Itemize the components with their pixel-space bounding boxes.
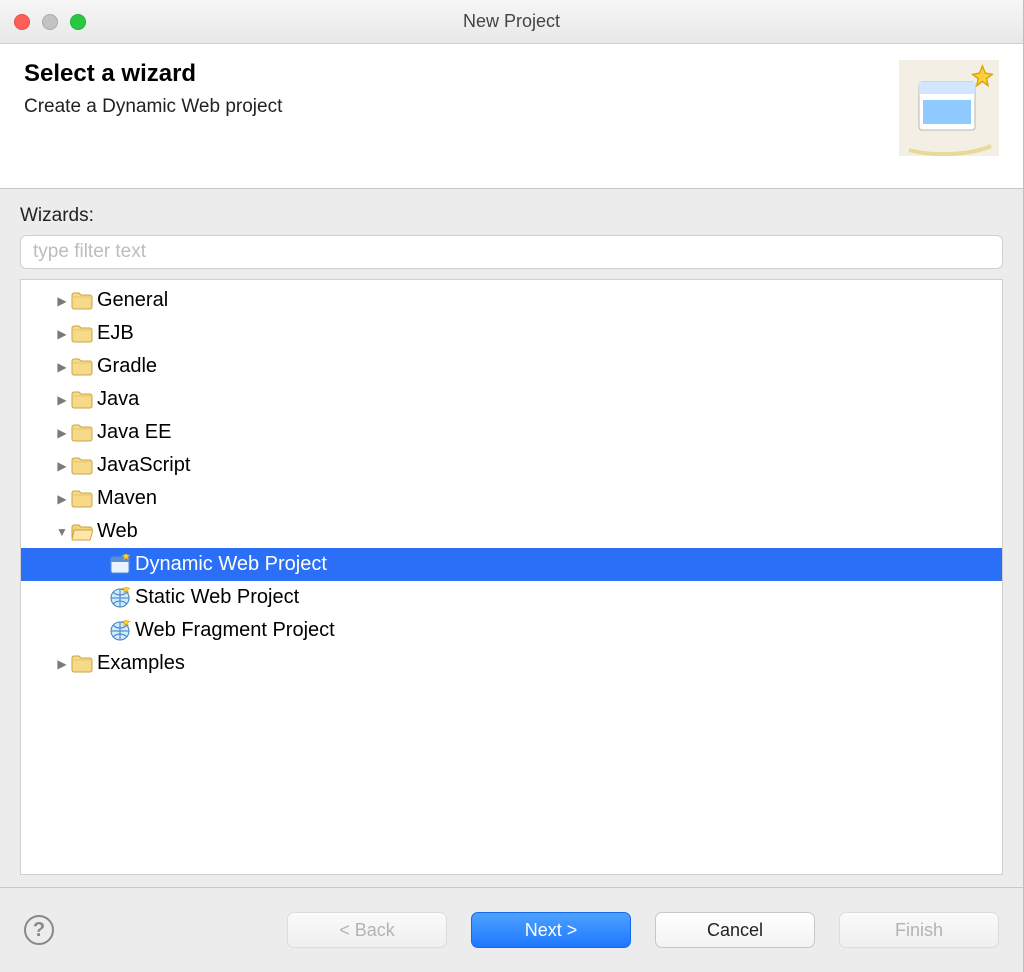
wizard-tree[interactable]: ▶ General ▶ EJB ▶ Gradle ▶ Java ▶ Java EE ▶ JavaScr… — [20, 279, 1003, 875]
tree-folder-general[interactable]: ▶ General — [21, 284, 1002, 317]
tree-folder-gradle[interactable]: ▶ Gradle — [21, 350, 1002, 383]
folder-icon — [71, 389, 93, 411]
wizard-footer: ? < Back Next > Cancel Finish — [0, 888, 1023, 972]
tree-folder-label: Examples — [97, 652, 185, 675]
wizard-header: Select a wizard Create a Dynamic Web pro… — [0, 44, 1023, 189]
tree-folder-label: Gradle — [97, 355, 157, 378]
chevron-right-icon: ▶ — [53, 492, 71, 506]
chevron-right-icon: ▶ — [53, 459, 71, 473]
tree-folder-label: EJB — [97, 322, 134, 345]
folder-icon — [71, 290, 93, 312]
chevron-right-icon: ▶ — [53, 327, 71, 341]
tree-item-label: Web Fragment Project — [135, 619, 335, 642]
tree-item-static-web-project[interactable]: Static Web Project — [21, 581, 1002, 614]
tree-folder-label: JavaScript — [97, 454, 190, 477]
chevron-right-icon: ▶ — [53, 360, 71, 374]
tree-item-web-fragment-project[interactable]: Web Fragment Project — [21, 614, 1002, 647]
tree-folder-examples[interactable]: ▶ Examples — [21, 647, 1002, 680]
chevron-right-icon: ▶ — [53, 294, 71, 308]
tree-folder-web[interactable]: ▼ Web — [21, 515, 1002, 548]
folder-open-icon — [71, 521, 93, 543]
tree-folder-label: Java EE — [97, 421, 171, 444]
tree-folder-maven[interactable]: ▶ Maven — [21, 482, 1002, 515]
tree-folder-label: Java — [97, 388, 139, 411]
help-button[interactable]: ? — [24, 915, 54, 945]
tree-folder-label: Web — [97, 520, 138, 543]
window-title: New Project — [0, 11, 1023, 32]
folder-icon — [71, 323, 93, 345]
back-button[interactable]: < Back — [287, 912, 447, 948]
tree-item-dynamic-web-project[interactable]: Dynamic Web Project — [21, 548, 1002, 581]
cancel-button[interactable]: Cancel — [655, 912, 815, 948]
folder-icon — [71, 488, 93, 510]
tree-folder-ejb[interactable]: ▶ EJB — [21, 317, 1002, 350]
tree-folder-java-ee[interactable]: ▶ Java EE — [21, 416, 1002, 449]
tree-folder-javascript[interactable]: ▶ JavaScript — [21, 449, 1002, 482]
chevron-right-icon: ▶ — [53, 393, 71, 407]
wizard-globe-icon — [109, 620, 131, 642]
filter-input[interactable] — [20, 235, 1003, 269]
wizard-globe-icon — [109, 587, 131, 609]
folder-icon — [71, 422, 93, 444]
wizard-app-icon — [109, 554, 131, 576]
tree-folder-label: General — [97, 289, 168, 312]
chevron-down-icon: ▼ — [53, 525, 71, 539]
wizard-heading: Select a wizard — [24, 60, 282, 88]
finish-button[interactable]: Finish — [839, 912, 999, 948]
folder-icon — [71, 653, 93, 675]
wizard-banner-icon — [899, 60, 999, 156]
wizard-subheading: Create a Dynamic Web project — [24, 96, 282, 118]
folder-icon — [71, 455, 93, 477]
wizard-body: Wizards: ▶ General ▶ EJB ▶ Gradle ▶ Java ▶ Java E… — [0, 189, 1023, 887]
folder-icon — [71, 356, 93, 378]
chevron-right-icon: ▶ — [53, 426, 71, 440]
chevron-right-icon: ▶ — [53, 657, 71, 671]
next-button[interactable]: Next > — [471, 912, 631, 948]
tree-item-label: Dynamic Web Project — [135, 553, 327, 576]
titlebar: New Project — [0, 0, 1023, 44]
tree-item-label: Static Web Project — [135, 586, 299, 609]
filter-label: Wizards: — [20, 205, 1003, 227]
tree-folder-label: Maven — [97, 487, 157, 510]
tree-folder-java[interactable]: ▶ Java — [21, 383, 1002, 416]
